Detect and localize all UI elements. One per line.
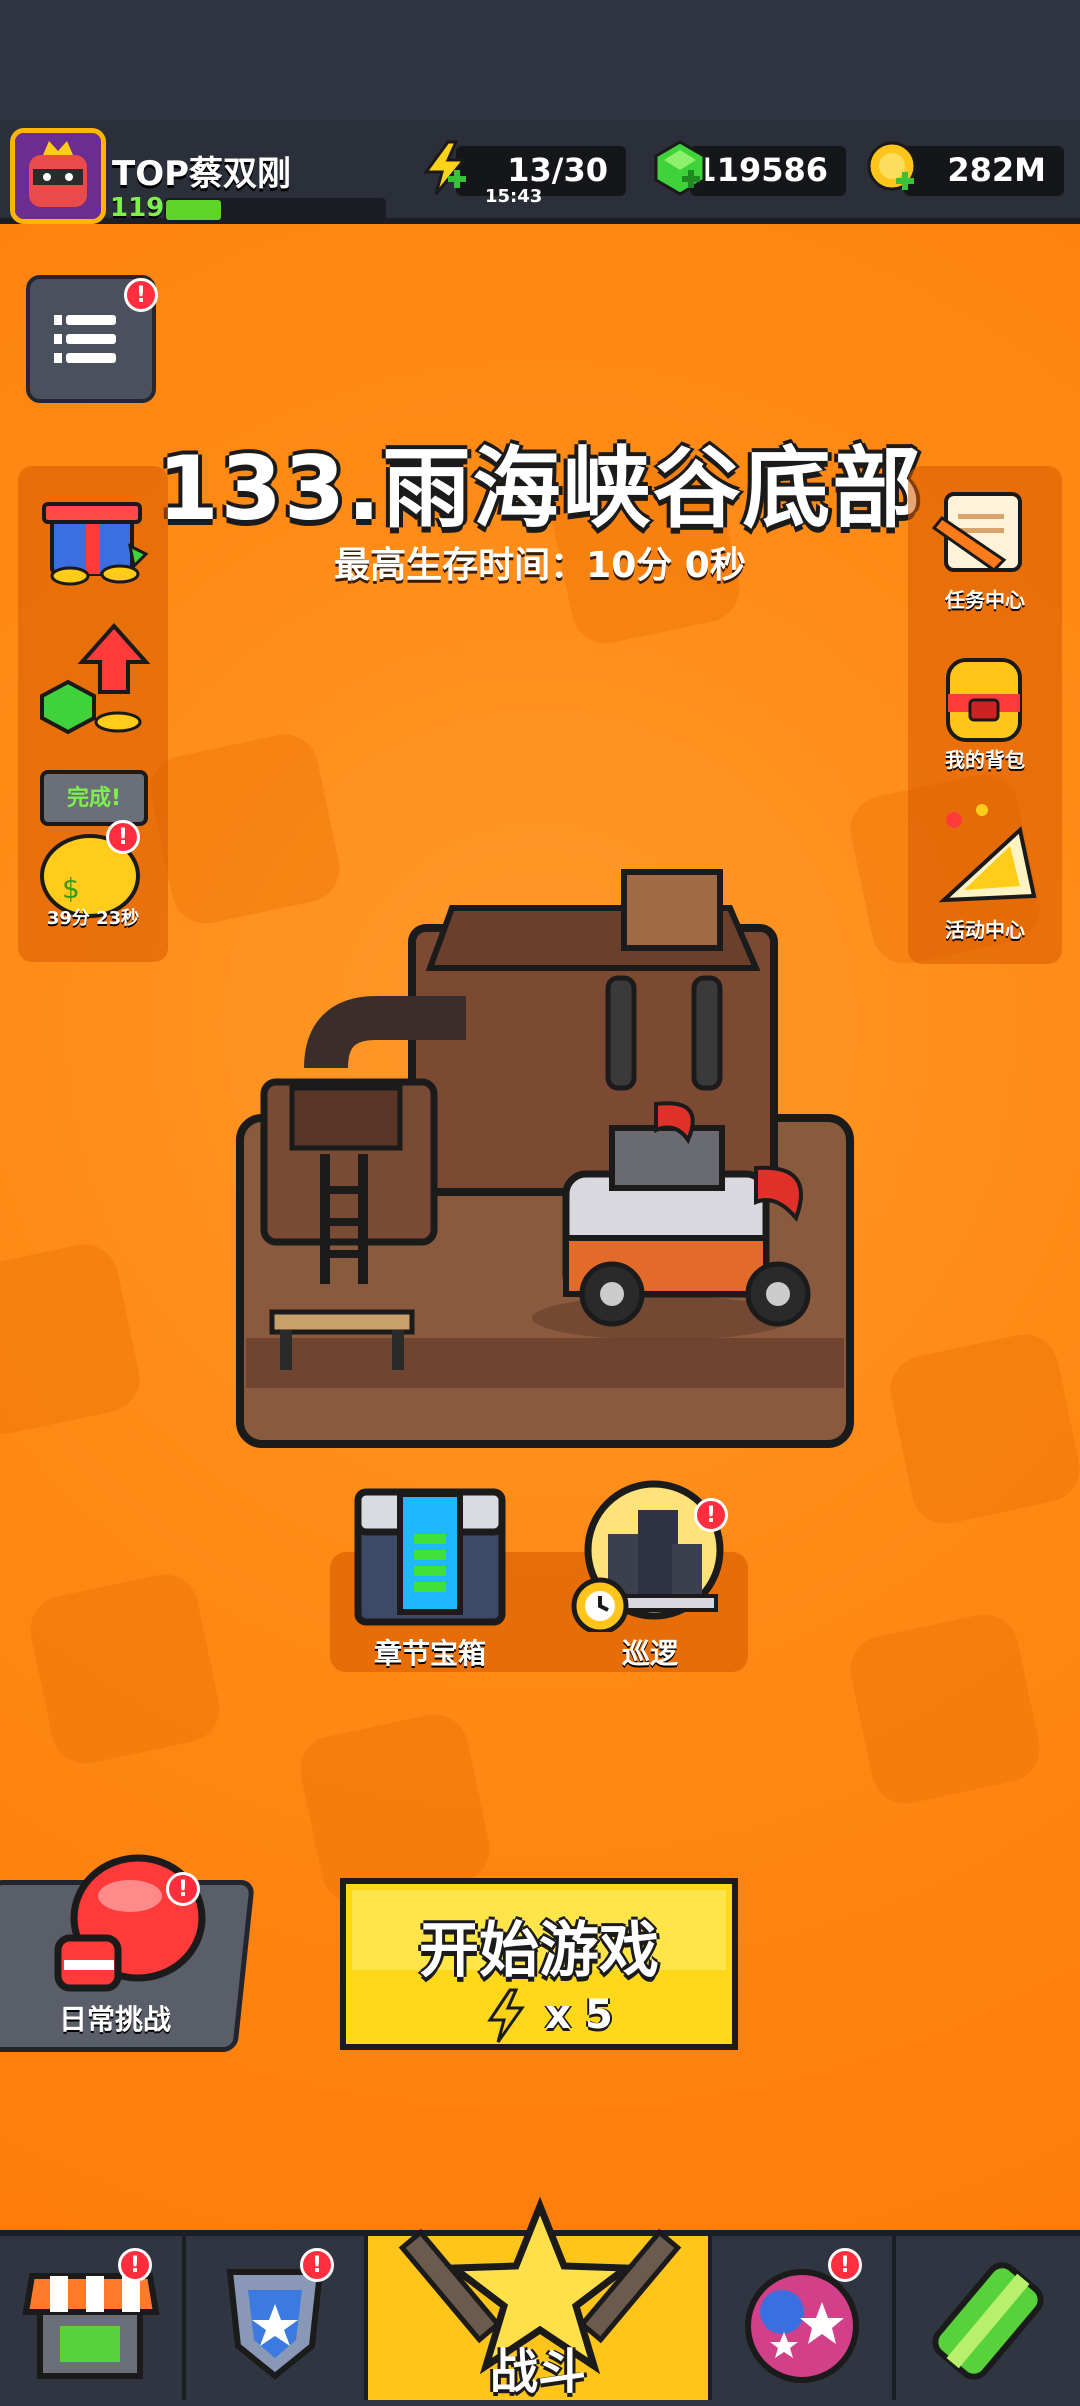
xp-bar-fill [166,200,221,220]
battle-tab-label: 战斗 [489,2344,586,2400]
nav-shop[interactable] [0,2236,186,2400]
backpack-icon[interactable] [924,650,1044,750]
player-name: TOP蔡双刚 [112,154,292,194]
system-status-bar [0,0,1080,120]
energy-timer: 15:43 [485,186,543,207]
patrol-alert-badge: ! [694,1498,728,1532]
nav-equipment[interactable] [186,2236,368,2400]
boxing-glove-icon[interactable] [44,1848,212,1998]
patrol-label: 巡逻 [621,1637,678,1670]
money-bag-alert-badge: ! [106,820,140,854]
scroll-pencil-icon[interactable] [924,484,1044,584]
complete-speech-bubble: 完成! [40,770,148,826]
daily-alert-badge: ! [166,1872,200,1906]
shop-alert-badge: ! [118,2248,152,2282]
nav-battle[interactable]: 战斗 [368,2196,712,2400]
activity-center-label: 活动中心 [945,918,1025,942]
star-orb-icon [745,2269,859,2383]
gold-coin-icon[interactable] [866,140,922,196]
menu-alert-badge: ! [124,278,158,312]
star-swords-icon [398,2196,682,2375]
svg-text:$: $ [62,872,80,905]
player-level: 119 [110,193,165,223]
start-game-label: 开始游戏 [419,1916,659,1986]
gift-box-icon[interactable] [34,484,154,594]
start-game-button[interactable]: 开始游戏 x 5 [340,1878,738,2050]
complete-text: 完成! [66,786,122,811]
chapter-chest-icon[interactable] [354,1484,506,1626]
equipment-alert-badge: ! [300,2248,334,2282]
money-bag-timer: 39分 23秒 [46,908,140,929]
dna-capsule-icon [932,2262,1044,2380]
shield-badge-icon [226,2269,324,2380]
shop-stall-icon [22,2273,160,2379]
player-avatar[interactable] [10,128,106,224]
xp-bar [164,198,386,222]
gem-counter: 119586 [690,146,846,196]
gem-upgrade-arrow-icon[interactable] [34,622,154,742]
green-gem-icon[interactable] [652,140,708,196]
daily-challenge-label: 日常挑战 [58,2003,171,2036]
nav-evolution[interactable] [896,2236,1080,2400]
nav-talents[interactable] [712,2236,896,2400]
ninja-avatar-icon [15,133,101,219]
mission-center-label: 任务中心 [945,588,1025,612]
talents-alert-badge: ! [828,2248,862,2282]
chapter-chest-label: 章节宝箱 [373,1637,486,1670]
start-energy-cost: x 5 [545,1992,613,2038]
base-diorama [236,868,856,1454]
gold-counter: 282M [904,146,1064,196]
my-backpack-label: 我的背包 [945,748,1025,772]
lightning-icon[interactable] [418,140,474,196]
party-horn-icon[interactable] [924,800,1044,912]
